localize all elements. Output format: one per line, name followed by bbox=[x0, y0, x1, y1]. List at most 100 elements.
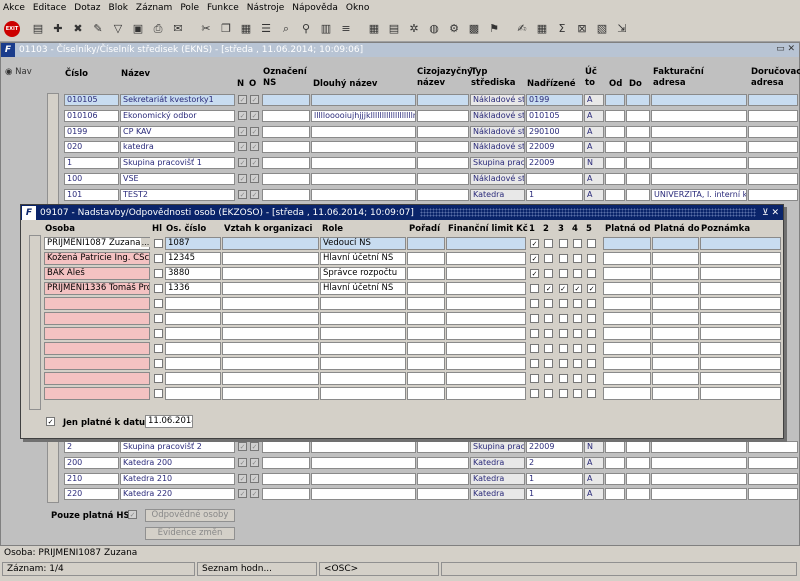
cell-cizo[interactable] bbox=[417, 188, 469, 201]
menu-6[interactable]: Funkce bbox=[207, 3, 239, 13]
cell-fakt[interactable]: UNIVERZITA, l. interní kli bbox=[651, 188, 747, 201]
checkbox-n[interactable]: ✓ bbox=[238, 95, 247, 104]
cell-limit[interactable] bbox=[446, 342, 526, 355]
checkbox-3[interactable] bbox=[558, 269, 568, 278]
exit-button[interactable]: EXIT bbox=[4, 20, 20, 37]
checkbox-1[interactable] bbox=[530, 344, 539, 353]
cell-nazev[interactable]: Katedra 220 bbox=[120, 488, 235, 501]
cell-do[interactable] bbox=[626, 94, 650, 106]
cell-do[interactable] bbox=[626, 488, 650, 501]
cell-od[interactable] bbox=[605, 188, 625, 201]
checkbox-4[interactable] bbox=[572, 314, 582, 323]
cell-uc[interactable]: A bbox=[584, 173, 604, 185]
sum-icon[interactable]: Σ bbox=[552, 19, 572, 39]
cell-poradi[interactable] bbox=[407, 237, 445, 250]
cell-uc[interactable]: A bbox=[584, 109, 604, 122]
cell-os-cislo[interactable] bbox=[165, 342, 221, 355]
cell-role[interactable] bbox=[320, 372, 406, 385]
cell-typ[interactable]: Nákladové stř bbox=[470, 125, 525, 138]
checkbox-o[interactable]: ✓ bbox=[250, 189, 259, 199]
checkbox-n[interactable]: ✓ bbox=[238, 126, 247, 136]
add-record-icon[interactable]: ▤ bbox=[28, 19, 48, 39]
cell-poznamka[interactable] bbox=[700, 357, 781, 370]
cell-limit[interactable] bbox=[446, 372, 526, 385]
cell-poznamka[interactable] bbox=[700, 282, 781, 295]
cell-do[interactable] bbox=[626, 109, 650, 122]
checkbox-o[interactable]: ✓ bbox=[250, 158, 259, 168]
checkbox-2[interactable] bbox=[544, 344, 554, 353]
cell-platna-do[interactable] bbox=[652, 252, 699, 265]
checkbox-o[interactable]: ✓ bbox=[250, 142, 259, 152]
cell-nadrizene[interactable]: 2 bbox=[526, 456, 583, 469]
cell-poznamka[interactable] bbox=[700, 372, 781, 385]
jen-platne-date-input[interactable]: 11.06.2014 bbox=[145, 415, 193, 428]
checkbox-5[interactable] bbox=[587, 374, 597, 383]
cell-os-cislo[interactable]: 12345 bbox=[165, 252, 221, 265]
cell-dlouhy[interactable] bbox=[311, 157, 416, 170]
checkbox-5[interactable] bbox=[587, 269, 597, 278]
checkbox-o[interactable]: ✓ bbox=[250, 174, 259, 183]
checkbox-hl[interactable] bbox=[154, 389, 163, 398]
cell-cizo[interactable] bbox=[417, 141, 469, 154]
cut-icon[interactable]: ✂ bbox=[196, 19, 216, 39]
export-icon[interactable]: ⇲ bbox=[612, 19, 632, 39]
save-icon[interactable]: ▣ bbox=[128, 19, 148, 39]
cell-platna-do[interactable] bbox=[652, 342, 699, 355]
checkbox-2[interactable] bbox=[544, 254, 554, 263]
cell-poznamka[interactable] bbox=[700, 387, 781, 400]
cell-cislo[interactable]: 0199 bbox=[64, 125, 119, 138]
cell-os-cislo[interactable]: 1087 bbox=[165, 237, 221, 250]
cell-dlouhy[interactable] bbox=[311, 188, 416, 201]
cell-nazev[interactable]: VSE bbox=[120, 173, 235, 185]
cell-fakt[interactable] bbox=[651, 472, 747, 485]
checkbox-1[interactable] bbox=[530, 314, 539, 323]
cell-doruc[interactable] bbox=[748, 157, 798, 170]
cell-platna-od[interactable] bbox=[603, 297, 651, 310]
tree-icon[interactable]: ⚑ bbox=[484, 19, 504, 39]
cell-uc[interactable]: N bbox=[584, 157, 604, 170]
cell-cizo[interactable] bbox=[417, 157, 469, 170]
checkbox-3[interactable] bbox=[558, 299, 568, 308]
cell-cizo[interactable] bbox=[417, 125, 469, 138]
checkbox-4[interactable] bbox=[572, 239, 582, 248]
cell-platna-do[interactable] bbox=[652, 312, 699, 325]
cell-uc[interactable]: A bbox=[584, 188, 604, 201]
checkbox-3[interactable]: ✓ bbox=[558, 284, 568, 293]
cell-doruc[interactable] bbox=[748, 441, 798, 453]
menu-5[interactable]: Pole bbox=[180, 3, 199, 13]
cell-platna-od[interactable] bbox=[603, 342, 651, 355]
cell-limit[interactable] bbox=[446, 357, 526, 370]
checkbox-3[interactable] bbox=[558, 314, 568, 323]
columns-icon[interactable]: ▥ bbox=[316, 19, 336, 39]
checkbox-2[interactable] bbox=[544, 359, 554, 368]
cell-poznamka[interactable] bbox=[700, 327, 781, 340]
cell-nadrizene[interactable]: 0199 bbox=[526, 94, 583, 106]
cell-role[interactable] bbox=[320, 312, 406, 325]
cell-osoba[interactable] bbox=[44, 312, 150, 325]
cell-osoba[interactable] bbox=[44, 357, 150, 370]
cell-od[interactable] bbox=[605, 488, 625, 501]
cell-uc[interactable]: A bbox=[584, 488, 604, 501]
checkbox-3[interactable] bbox=[558, 329, 568, 338]
cell-vztah[interactable] bbox=[222, 387, 319, 400]
checkbox-o[interactable]: ✓ bbox=[250, 473, 259, 483]
cell-ns[interactable] bbox=[262, 441, 310, 453]
cell-typ[interactable]: Nákladové stř bbox=[470, 173, 525, 185]
cell-nazev[interactable]: Ekonomický odbor bbox=[120, 109, 235, 122]
cell-os-cislo[interactable] bbox=[165, 297, 221, 310]
cell-role[interactable] bbox=[320, 357, 406, 370]
dialog-controls-icon[interactable]: ⊻ ✕ bbox=[762, 208, 779, 218]
cell-nazev[interactable]: Skupina pracovišť 1 bbox=[120, 157, 235, 170]
cell-ns[interactable] bbox=[262, 157, 310, 170]
zoom-icon[interactable]: ⌕ bbox=[276, 19, 296, 39]
checkbox-5[interactable] bbox=[587, 359, 597, 368]
checkbox-o[interactable]: ✓ bbox=[250, 95, 259, 104]
cell-os-cislo[interactable]: 1336 bbox=[165, 282, 221, 295]
cell-do[interactable] bbox=[626, 441, 650, 453]
chart-icon[interactable]: ▧ bbox=[592, 19, 612, 39]
cell-doruc[interactable] bbox=[748, 456, 798, 469]
cell-cislo[interactable]: 100 bbox=[64, 173, 119, 185]
cell-typ[interactable]: Nákladové stř bbox=[470, 141, 525, 154]
globe-icon[interactable]: ◍ bbox=[424, 19, 444, 39]
cell-poznamka[interactable] bbox=[700, 342, 781, 355]
